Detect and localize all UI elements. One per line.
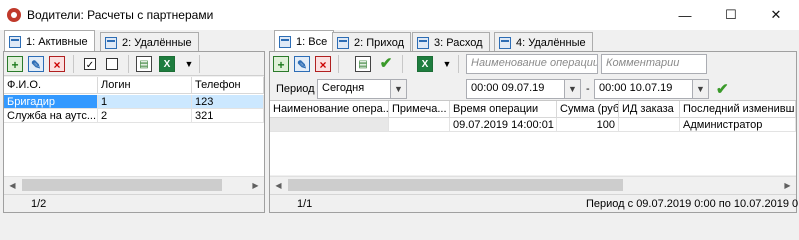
cell-login[interactable]: 1	[98, 95, 192, 109]
period-select[interactable]: Сегодня ▼	[317, 79, 407, 99]
date-separator: -	[586, 83, 590, 95]
scroll-left-icon[interactable]: ◀	[270, 177, 287, 194]
date-from-picker[interactable]: 00:00 09.07.19 ▼	[466, 79, 581, 99]
tab-deleted[interactable]: 2: Удалённые	[100, 32, 199, 52]
checkmark-icon[interactable]: ✔	[378, 56, 394, 72]
column-header[interactable]: Время операции	[450, 101, 557, 118]
cell-phone[interactable]: 321	[192, 109, 264, 123]
column-header[interactable]: ИД заказа	[619, 101, 680, 118]
chevron-down-icon[interactable]: ▼	[442, 56, 452, 72]
chevron-down-icon[interactable]: ▼	[390, 80, 406, 98]
left-status-bar: 1/2	[4, 194, 264, 212]
table-icon	[9, 35, 21, 48]
copy-icon[interactable]: ▤	[355, 56, 371, 72]
edit-icon[interactable]: ✎	[28, 56, 44, 72]
cell-operation-name[interactable]	[270, 118, 389, 132]
cell-amount[interactable]: 100	[557, 118, 619, 132]
period-label: Период	[276, 83, 315, 95]
app-icon	[7, 8, 21, 22]
cell-name[interactable]: Служба на аутс...	[4, 109, 98, 123]
cell-time[interactable]: 09.07.2019 14:00:01	[450, 118, 557, 132]
add-icon[interactable]: +	[7, 56, 23, 72]
column-header[interactable]: Примеча...	[389, 101, 450, 118]
close-button[interactable]: ✕	[753, 0, 799, 30]
apply-filter-icon[interactable]: ✔	[716, 80, 729, 98]
table-icon	[417, 36, 429, 49]
column-header[interactable]: Ф.И.О.	[4, 77, 98, 94]
excel-export-icon[interactable]: X	[159, 56, 175, 72]
minimize-button[interactable]: —	[662, 0, 708, 30]
maximize-button[interactable]: ☐	[708, 0, 754, 30]
record-counter: 1/1	[297, 198, 313, 210]
cell-login[interactable]: 2	[98, 109, 192, 123]
add-icon[interactable]: +	[273, 56, 289, 72]
column-header[interactable]: Наименование опера...	[270, 101, 389, 118]
period-status: Период с 09.07.2019 0:00 по 10.07.2019 0…	[586, 198, 799, 210]
horizontal-scrollbar[interactable]: ◀ ▶	[270, 176, 796, 193]
operations-table: Наименование опера... Примеча... Время о…	[270, 100, 796, 175]
column-header[interactable]: Сумма (руб)	[557, 101, 619, 118]
column-header[interactable]: Логин	[98, 77, 192, 94]
date-to-value: 00:00 10.07.19	[599, 82, 673, 94]
tab-label: 2: Удалённые	[122, 36, 192, 49]
cell-name[interactable]: Бригадир	[4, 95, 98, 109]
left-toolbar: + ✎ × ✓ ▤ X ▼	[4, 52, 264, 76]
table-icon	[499, 36, 511, 49]
column-header[interactable]: Телефон	[192, 77, 264, 94]
chevron-down-icon[interactable]: ▼	[692, 80, 708, 98]
date-to-picker[interactable]: 00:00 10.07.19 ▼	[594, 79, 709, 99]
copy-icon[interactable]: ▤	[136, 56, 152, 72]
chevron-down-icon[interactable]: ▼	[184, 56, 194, 72]
comment-filter[interactable]: Комментарии	[601, 54, 707, 74]
cell-phone[interactable]: 123	[192, 95, 264, 109]
record-counter: 1/2	[31, 198, 47, 210]
table-icon	[105, 36, 117, 49]
period-value: Сегодня	[322, 82, 365, 94]
right-status-bar: 1/1 Период с 09.07.2019 0:00 по 10.07.20…	[270, 194, 799, 212]
tab-label: 3: Расход	[434, 36, 483, 49]
tab-active[interactable]: 1: Активные	[4, 30, 95, 52]
tab-income[interactable]: 2: Приход	[332, 32, 412, 52]
column-header[interactable]: Последний изменивш	[680, 101, 796, 118]
tab-label: 1: Активные	[26, 35, 88, 48]
tab-label: 4: Удалённые	[516, 36, 586, 49]
table-icon	[337, 36, 349, 49]
tab-label: 1: Все	[296, 35, 328, 48]
cell-note[interactable]	[389, 118, 450, 132]
cell-order-id[interactable]	[619, 118, 680, 132]
scroll-thumb[interactable]	[288, 179, 623, 191]
edit-icon[interactable]: ✎	[294, 56, 310, 72]
table-icon	[279, 35, 291, 48]
drivers-table: Ф.И.О. Логин Телефон Бригадир 1 123 Служ…	[4, 77, 264, 176]
window-title: Водители: Расчеты с партнерами	[27, 8, 214, 22]
uncheck-all-icon[interactable]	[106, 58, 118, 70]
date-from-value: 00:00 09.07.19	[471, 82, 545, 94]
operation-name-filter[interactable]: Наименование операции	[466, 54, 598, 74]
chevron-down-icon[interactable]: ▼	[564, 80, 580, 98]
left-panel: + ✎ × ✓ ▤ X ▼ Ф.И.О. Логин Телефон Брига…	[3, 51, 265, 213]
tab-deleted-ops[interactable]: 4: Удалённые	[494, 32, 593, 52]
tab-expense[interactable]: 3: Расход	[412, 32, 490, 52]
tab-all[interactable]: 1: Все	[274, 30, 335, 52]
right-panel: + ✎ × ▤ ✔ X ▼ Наименование операции Комм…	[269, 51, 799, 213]
cell-last-changed[interactable]: Администратор	[680, 118, 796, 132]
delete-icon[interactable]: ×	[49, 56, 65, 72]
tab-label: 2: Приход	[354, 36, 405, 49]
scroll-left-icon[interactable]: ◀	[4, 177, 21, 194]
scroll-right-icon[interactable]: ▶	[779, 177, 796, 194]
excel-export-icon[interactable]: X	[417, 56, 433, 72]
scroll-right-icon[interactable]: ▶	[247, 177, 264, 194]
scroll-thumb[interactable]	[22, 179, 222, 191]
check-all-icon[interactable]: ✓	[84, 58, 96, 71]
horizontal-scrollbar[interactable]: ◀ ▶	[4, 176, 264, 193]
delete-icon[interactable]: ×	[315, 56, 331, 72]
